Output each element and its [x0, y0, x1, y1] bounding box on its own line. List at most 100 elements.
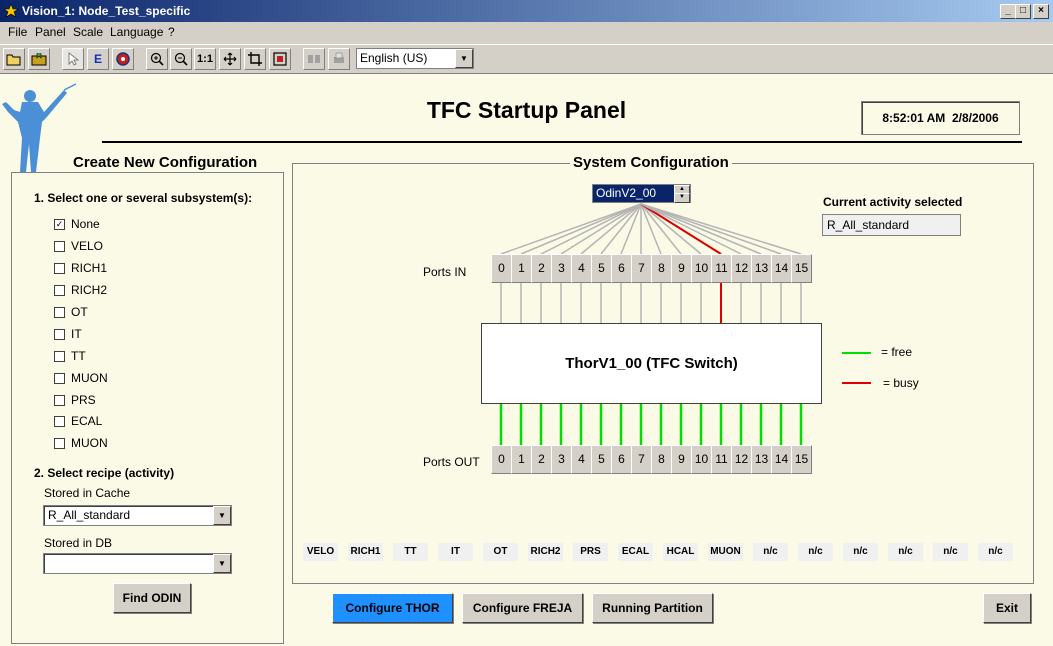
zoom-reset-icon[interactable]: 1:1	[194, 48, 216, 70]
subsystem-slot: PRS	[573, 543, 608, 561]
zoom-out-icon[interactable]	[170, 48, 192, 70]
port-out-5[interactable]: 5	[591, 445, 612, 474]
pointer-icon[interactable]	[62, 48, 84, 70]
port-out-4[interactable]: 4	[571, 445, 592, 474]
subsystem-slot: HCAL	[663, 543, 698, 561]
menu-help[interactable]: ?	[168, 25, 175, 39]
port-in-13[interactable]: 13	[751, 254, 772, 283]
running-partition-button[interactable]: Running Partition	[592, 593, 713, 623]
menu-scale[interactable]: Scale	[73, 25, 103, 39]
subsystem-slot: MUON	[708, 543, 743, 561]
maximize-button[interactable]: □	[1015, 4, 1031, 19]
port-in-12[interactable]: 12	[731, 254, 752, 283]
odin-link-line	[640, 203, 802, 255]
edit-mode-icon[interactable]: E	[87, 48, 109, 70]
ports-out-row: 0 1 2 3 4 5 6 7 8 9 10 11 12 13 14 15	[491, 445, 812, 474]
current-activity-field: R_All_standard	[822, 214, 961, 236]
legend-free-line	[842, 352, 871, 354]
port-out-1[interactable]: 1	[511, 445, 532, 474]
print-icon[interactable]	[328, 48, 350, 70]
subsystem-slot: ECAL	[618, 543, 653, 561]
menu-file[interactable]: File	[8, 25, 27, 39]
zoom-in-icon[interactable]	[146, 48, 168, 70]
odin-link-line	[500, 203, 642, 255]
port-in-0[interactable]: 0	[491, 254, 512, 283]
port-in-9[interactable]: 9	[671, 254, 692, 283]
port-out-9[interactable]: 9	[671, 445, 692, 474]
ports-in-row: 0 1 2 3 4 5 6 7 8 9 10 11 12 13 14 15	[491, 254, 812, 283]
port-in-6[interactable]: 6	[611, 254, 632, 283]
port-out-15[interactable]: 15	[791, 445, 812, 474]
minimize-button[interactable]: _	[1000, 4, 1016, 19]
port-in-5[interactable]: 5	[591, 254, 612, 283]
configure-thor-button[interactable]: Configure THOR	[332, 593, 453, 623]
subsystem-slot: TT	[393, 543, 428, 561]
window-title: Vision_1: Node_Test_specific	[22, 4, 191, 18]
subsystem-slot: n/c	[933, 543, 968, 561]
subsystem-slot: n/c	[843, 543, 878, 561]
spin-down-icon[interactable]: ▼	[674, 193, 690, 203]
odin-link-line	[520, 203, 642, 255]
port-out-6[interactable]: 6	[611, 445, 632, 474]
odin-value: OdinV2_00	[596, 186, 657, 200]
odin-spinbox[interactable]: OdinV2_00 ▲ ▼	[592, 184, 691, 203]
current-activity-label: Current activity selected	[823, 195, 963, 209]
menu-panel[interactable]: Panel	[35, 25, 66, 39]
port-out-8[interactable]: 8	[651, 445, 672, 474]
subsystem-slot: RICH1	[348, 543, 383, 561]
subsystem-slot: n/c	[888, 543, 923, 561]
layout-icon[interactable]	[303, 48, 325, 70]
network-icon[interactable]	[112, 48, 134, 70]
port-out-7[interactable]: 7	[631, 445, 652, 474]
subsystem-slot: n/c	[798, 543, 833, 561]
close-button[interactable]: ×	[1033, 4, 1049, 19]
open-folder-icon[interactable]	[3, 48, 25, 70]
odin-link-line	[640, 203, 782, 255]
port-in-4[interactable]: 4	[571, 254, 592, 283]
port-out-14[interactable]: 14	[771, 445, 792, 474]
port-in-10[interactable]: 10	[691, 254, 712, 283]
language-select-value: English (US)	[360, 51, 428, 65]
port-in-14[interactable]: 14	[771, 254, 792, 283]
exit-button[interactable]: Exit	[983, 593, 1031, 623]
port-in-15[interactable]: 15	[791, 254, 812, 283]
port-out-11[interactable]: 11	[711, 445, 732, 474]
port-out-2[interactable]: 2	[531, 445, 552, 474]
ports-in-label: Ports IN	[423, 265, 467, 279]
port-in-1[interactable]: 1	[511, 254, 532, 283]
save-folder-icon[interactable]	[28, 48, 50, 70]
port-out-12[interactable]: 12	[731, 445, 752, 474]
main-panel: TFC Startup Panel 8:52:01 AM 2/8/2006 Cr…	[0, 73, 1053, 646]
odin-link-line	[640, 203, 762, 255]
port-out-13[interactable]: 13	[751, 445, 772, 474]
crop-icon[interactable]	[244, 48, 266, 70]
app-icon	[4, 3, 19, 18]
port-out-0[interactable]: 0	[491, 445, 512, 474]
port-in-8[interactable]: 8	[651, 254, 672, 283]
legend-free-label: = free	[881, 345, 913, 359]
subsystem-slot: OT	[483, 543, 518, 561]
title-bar: Vision_1: Node_Test_specific _ □ ×	[0, 0, 1053, 22]
fit-window-icon[interactable]	[269, 48, 291, 70]
subsystem-slot: VELO	[303, 543, 338, 561]
toolbar: E 1:1 English (US) ▼	[0, 44, 1053, 74]
port-in-7[interactable]: 7	[631, 254, 652, 283]
current-activity-value: R_All_standard	[827, 218, 910, 232]
port-out-3[interactable]: 3	[551, 445, 572, 474]
legend-busy-line	[842, 382, 871, 384]
subsystem-slot: n/c	[978, 543, 1013, 561]
tfc-switch-box[interactable]: ThorV1_00 (TFC Switch)	[481, 323, 822, 404]
port-out-10[interactable]: 10	[691, 445, 712, 474]
pan-icon[interactable]	[219, 48, 241, 70]
configure-freja-button[interactable]: Configure FREJA	[462, 593, 583, 623]
port-in-11[interactable]: 11	[711, 254, 732, 283]
port-in-3[interactable]: 3	[551, 254, 572, 283]
port-in-2[interactable]: 2	[531, 254, 552, 283]
menu-bar: File Panel Scale Language ?	[0, 22, 1053, 42]
language-select[interactable]: English (US) ▼	[356, 48, 474, 69]
legend-busy-label: = busy	[883, 376, 919, 390]
chevron-down-icon[interactable]: ▼	[455, 49, 473, 68]
subsystem-slot: n/c	[753, 543, 788, 561]
menu-language[interactable]: Language	[110, 25, 163, 39]
ports-out-label: Ports OUT	[423, 455, 480, 469]
